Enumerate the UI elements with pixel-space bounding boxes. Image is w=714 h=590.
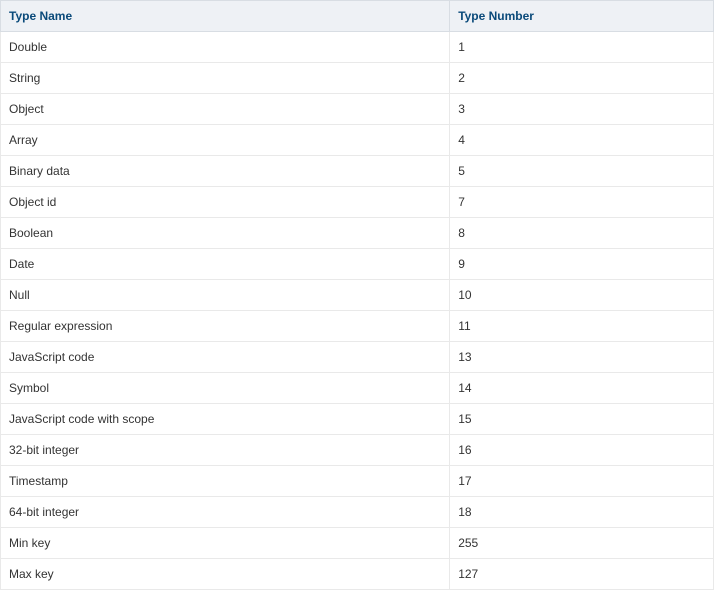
table-row: Min key255 — [1, 528, 714, 559]
table-row: Max key127 — [1, 559, 714, 590]
cell-type-name: Array — [1, 125, 450, 156]
table-row: String2 — [1, 63, 714, 94]
cell-type-name: 32-bit integer — [1, 435, 450, 466]
table-row: JavaScript code13 — [1, 342, 714, 373]
cell-type-number: 18 — [450, 497, 714, 528]
cell-type-number: 9 — [450, 249, 714, 280]
cell-type-number: 8 — [450, 218, 714, 249]
cell-type-name: Min key — [1, 528, 450, 559]
table-row: JavaScript code with scope15 — [1, 404, 714, 435]
cell-type-number: 2 — [450, 63, 714, 94]
table-row: Null10 — [1, 280, 714, 311]
cell-type-name: 64-bit integer — [1, 497, 450, 528]
table-row: 64-bit integer18 — [1, 497, 714, 528]
cell-type-number: 255 — [450, 528, 714, 559]
cell-type-number: 1 — [450, 32, 714, 63]
table-row: Object3 — [1, 94, 714, 125]
table-row: Object id7 — [1, 187, 714, 218]
cell-type-number: 5 — [450, 156, 714, 187]
cell-type-name: Boolean — [1, 218, 450, 249]
table-row: Date9 — [1, 249, 714, 280]
table-row: Array4 — [1, 125, 714, 156]
cell-type-name: JavaScript code — [1, 342, 450, 373]
cell-type-number: 13 — [450, 342, 714, 373]
cell-type-number: 11 — [450, 311, 714, 342]
cell-type-number: 3 — [450, 94, 714, 125]
col-header-type-name: Type Name — [1, 1, 450, 32]
cell-type-name: String — [1, 63, 450, 94]
cell-type-name: Object id — [1, 187, 450, 218]
table-row: Boolean8 — [1, 218, 714, 249]
table-row: 32-bit integer16 — [1, 435, 714, 466]
cell-type-number: 16 — [450, 435, 714, 466]
cell-type-name: Timestamp — [1, 466, 450, 497]
table-row: Double1 — [1, 32, 714, 63]
cell-type-number: 4 — [450, 125, 714, 156]
cell-type-number: 17 — [450, 466, 714, 497]
cell-type-number: 14 — [450, 373, 714, 404]
cell-type-number: 10 — [450, 280, 714, 311]
cell-type-name: Regular expression — [1, 311, 450, 342]
type-table: Type Name Type Number Double1String2Obje… — [0, 0, 714, 590]
cell-type-number: 7 — [450, 187, 714, 218]
cell-type-name: Double — [1, 32, 450, 63]
table-header-row: Type Name Type Number — [1, 1, 714, 32]
cell-type-number: 127 — [450, 559, 714, 590]
cell-type-name: Object — [1, 94, 450, 125]
cell-type-name: Symbol — [1, 373, 450, 404]
cell-type-name: JavaScript code with scope — [1, 404, 450, 435]
cell-type-number: 15 — [450, 404, 714, 435]
table-row: Regular expression11 — [1, 311, 714, 342]
table-row: Binary data5 — [1, 156, 714, 187]
table-row: Timestamp17 — [1, 466, 714, 497]
table-row: Symbol14 — [1, 373, 714, 404]
cell-type-name: Max key — [1, 559, 450, 590]
cell-type-name: Date — [1, 249, 450, 280]
cell-type-name: Binary data — [1, 156, 450, 187]
cell-type-name: Null — [1, 280, 450, 311]
col-header-type-number: Type Number — [450, 1, 714, 32]
